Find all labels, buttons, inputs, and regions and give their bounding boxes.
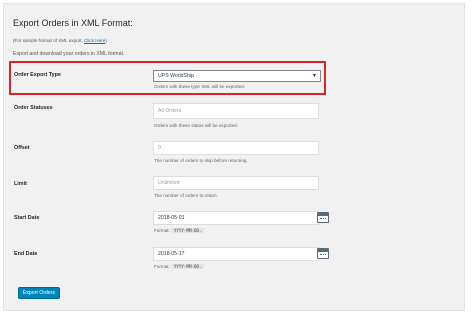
start-date-input[interactable]: 2018-05-01 (153, 211, 319, 225)
sample-note-suffix: ) (105, 38, 107, 43)
calendar-icon[interactable] (317, 248, 329, 259)
start-date-format-label: Format: (154, 228, 170, 233)
sample-format-note: (For sample format of XML export, Click … (13, 38, 107, 43)
start-date-label: Start Date (14, 215, 40, 221)
order-export-type-hint: Orders with these type XML will be expor… (154, 84, 245, 89)
limit-input[interactable]: Unlimited (153, 176, 319, 190)
order-export-type-label: Order Export Type (14, 72, 61, 78)
page-description: Export and download your orders in XML f… (13, 51, 125, 57)
start-date-format-value: YYYY-MM-DD. (171, 228, 204, 233)
end-date-format-value: YYYY-MM-DD. (171, 264, 204, 269)
offset-input[interactable]: 0 (153, 141, 319, 155)
start-date-format: Format: YYYY-MM-DD. (154, 228, 204, 233)
export-orders-button[interactable]: Export Orders (18, 287, 60, 299)
sample-note-prefix: (For sample format of XML export, (13, 38, 85, 43)
end-date-input[interactable]: 2018-05-17 (153, 247, 319, 261)
offset-hint: The number of orders to skip before retu… (154, 158, 248, 163)
limit-hint: The number of orders to return. (154, 193, 218, 198)
order-export-type-value: UPS WorldShip (158, 73, 194, 79)
order-statuses-hint: Orders with these status will be exporte… (154, 123, 239, 128)
offset-label: Offset (14, 145, 30, 151)
click-here-link[interactable]: Click Here (84, 38, 105, 43)
dropdown-arrow-icon: ▼ (312, 73, 317, 79)
limit-label: Limit (14, 181, 27, 187)
order-export-type-select[interactable]: UPS WorldShip ▼ (153, 70, 321, 82)
page-title: Export Orders in XML Format: (13, 18, 133, 28)
end-date-label: End Date (14, 251, 38, 257)
order-statuses-label: Order Statuses (14, 105, 53, 111)
export-panel: Export Orders in XML Format: (For sample… (3, 3, 465, 311)
end-date-format-label: Format: (154, 264, 170, 269)
calendar-icon[interactable] (317, 212, 329, 223)
end-date-format: Format: YYYY-MM-DD. (154, 264, 204, 269)
order-statuses-input[interactable]: All Orders (153, 103, 319, 119)
